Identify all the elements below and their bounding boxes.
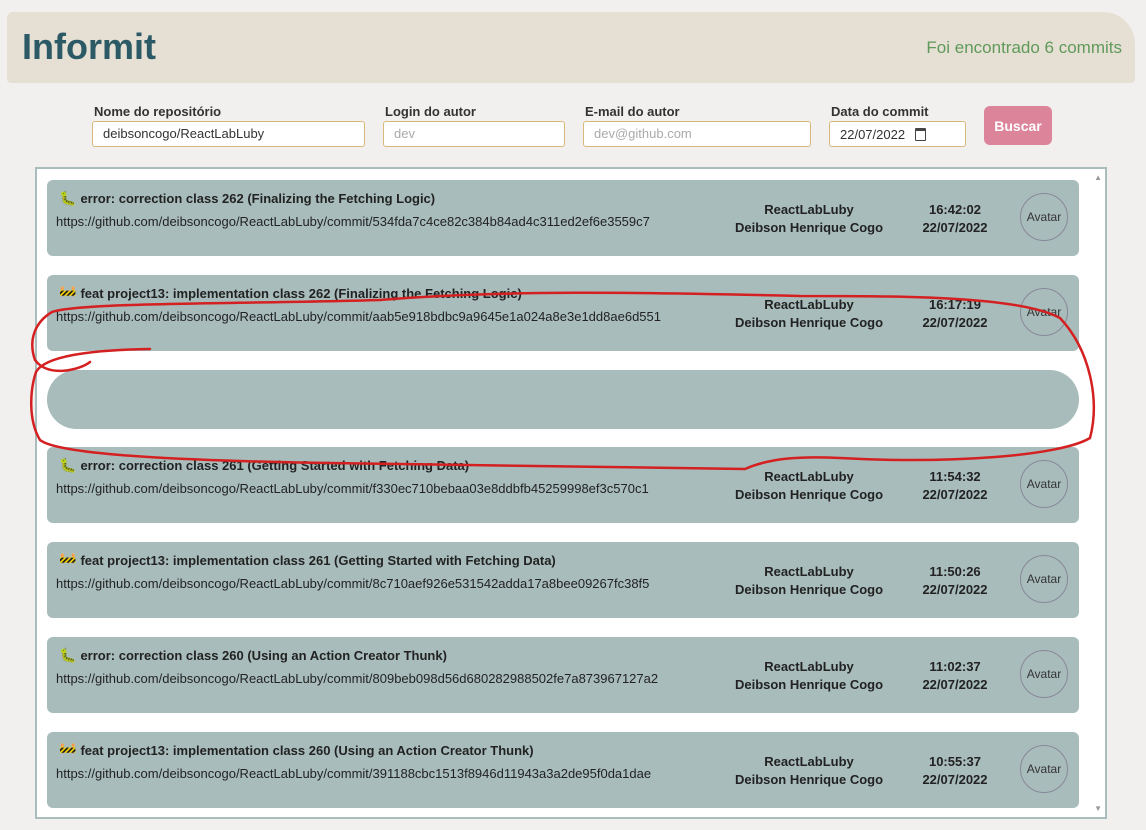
bug-icon: 🐛 — [59, 190, 77, 206]
scroll-down-icon[interactable]: ▼ — [1094, 804, 1102, 813]
avatar: Avatar — [1020, 460, 1068, 508]
commit-repo: ReactLabLuby — [764, 754, 854, 769]
commit-date: 22/07/2022 — [922, 315, 988, 330]
commit-author: Deibson Henrique Cogo — [734, 677, 884, 692]
avatar: Avatar — [1020, 650, 1068, 698]
commit-title: 🚧 feat project13: implementation class 2… — [59, 552, 556, 569]
commit-date: 22/07/2022 — [922, 772, 988, 787]
commit-date: 22/07/2022 — [922, 487, 988, 502]
bug-icon: 🐛 — [59, 457, 77, 473]
commit-time: 11:50:26 — [929, 564, 981, 579]
date-label: Data do commit — [831, 104, 929, 119]
app-header: Informit Foi encontrado 6 commits — [7, 12, 1135, 83]
commit-card[interactable]: 🐛 error: correction class 261 (Getting S… — [47, 447, 1079, 523]
empty-commit-card[interactable] — [47, 370, 1079, 429]
commit-date: 22/07/2022 — [922, 677, 988, 692]
login-label: Login do autor — [385, 104, 476, 119]
construction-icon: 🚧 — [59, 552, 77, 568]
scroll-up-icon[interactable]: ▲ — [1094, 173, 1102, 182]
login-filter: Login do autor dev — [383, 104, 565, 147]
email-filter: E-mail do autor dev@github.com — [583, 104, 811, 147]
commit-count: Foi encontrado 6 commits — [926, 38, 1122, 57]
commit-card[interactable]: 🚧 feat project13: implementation class 2… — [47, 542, 1079, 618]
commit-time: 16:17:19 — [928, 297, 982, 312]
commit-card[interactable]: 🐛 error: correction class 262 (Finalizin… — [47, 180, 1079, 256]
bug-icon: 🐛 — [59, 647, 77, 663]
commit-date: 22/07/2022 — [922, 582, 988, 597]
commit-author: Deibson Henrique Cogo — [734, 487, 884, 502]
app-title: Informit — [22, 26, 156, 67]
avatar: Avatar — [1020, 193, 1068, 241]
commit-url[interactable]: https://github.com/deibsoncogo/ReactLabL… — [56, 308, 691, 325]
commit-title: 🚧 feat project13: implementation class 2… — [59, 285, 522, 302]
search-button[interactable]: Buscar — [984, 106, 1052, 145]
commit-title: 🚧 feat project13: implementation class 2… — [59, 742, 534, 759]
repo-filter: Nome do repositório deibsoncogo/ReactLab… — [92, 104, 365, 147]
commit-message: error: correction class 261 (Getting Sta… — [80, 458, 470, 473]
commit-url[interactable]: https://github.com/deibsoncogo/ReactLabL… — [56, 670, 691, 687]
commit-repo: ReactLabLuby — [764, 297, 854, 312]
commit-time: 11:02:37 — [929, 659, 981, 674]
commit-message: feat project13: implementation class 262… — [80, 286, 522, 301]
commit-repo: ReactLabLuby — [764, 564, 854, 579]
commit-title: 🐛 error: correction class 261 (Getting S… — [59, 457, 469, 474]
construction-icon: 🚧 — [59, 285, 77, 301]
email-input[interactable]: dev@github.com — [583, 121, 811, 147]
repo-label: Nome do repositório — [94, 104, 222, 119]
commit-list[interactable]: ▲ ▼ 🐛 error: correction class 262 (Final… — [35, 167, 1107, 819]
commit-repo: ReactLabLuby — [764, 469, 854, 484]
commit-url[interactable]: https://github.com/deibsoncogo/ReactLabL… — [56, 765, 691, 782]
construction-icon: 🚧 — [59, 742, 77, 758]
avatar: Avatar — [1020, 288, 1068, 336]
commit-url[interactable]: https://github.com/deibsoncogo/ReactLabL… — [56, 575, 691, 592]
commit-url[interactable]: https://github.com/deibsoncogo/ReactLabL… — [56, 213, 691, 230]
commit-message: error: correction class 260 (Using an Ac… — [80, 648, 447, 663]
email-label: E-mail do autor — [585, 104, 680, 119]
commit-author: Deibson Henrique Cogo — [734, 772, 884, 787]
avatar: Avatar — [1020, 555, 1068, 603]
commit-card[interactable]: 🚧 feat project13: implementation class 2… — [47, 275, 1079, 351]
commit-time: 16:42:02 — [928, 202, 982, 217]
commit-author: Deibson Henrique Cogo — [734, 582, 884, 597]
commit-author: Deibson Henrique Cogo — [734, 315, 884, 330]
repo-input[interactable]: deibsoncogo/ReactLabLuby — [92, 121, 365, 147]
commit-title: 🐛 error: correction class 262 (Finalizin… — [59, 190, 435, 207]
commit-message: feat project13: implementation class 260… — [80, 743, 534, 758]
login-input[interactable]: dev — [383, 121, 565, 147]
calendar-icon[interactable] — [915, 127, 927, 141]
commit-url[interactable]: https://github.com/deibsoncogo/ReactLabL… — [56, 480, 691, 497]
commit-time: 11:54:32 — [929, 469, 981, 484]
date-filter: Data do commit 22/07/2022 — [829, 104, 966, 147]
commit-repo: ReactLabLuby — [764, 202, 854, 217]
commit-repo: ReactLabLuby — [764, 659, 854, 674]
commit-message: feat project13: implementation class 261… — [80, 553, 556, 568]
date-input[interactable]: 22/07/2022 — [829, 121, 966, 147]
commit-time: 10:55:37 — [928, 754, 982, 769]
commit-card[interactable]: 🚧 feat project13: implementation class 2… — [47, 732, 1079, 808]
commit-title: 🐛 error: correction class 260 (Using an … — [59, 647, 447, 664]
commit-author: Deibson Henrique Cogo — [734, 220, 884, 235]
commit-date: 22/07/2022 — [922, 220, 988, 235]
date-value: 22/07/2022 — [840, 126, 906, 142]
commit-card[interactable]: 🐛 error: correction class 260 (Using an … — [47, 637, 1079, 713]
commit-message: error: correction class 262 (Finalizing … — [80, 191, 436, 206]
avatar: Avatar — [1020, 745, 1068, 793]
